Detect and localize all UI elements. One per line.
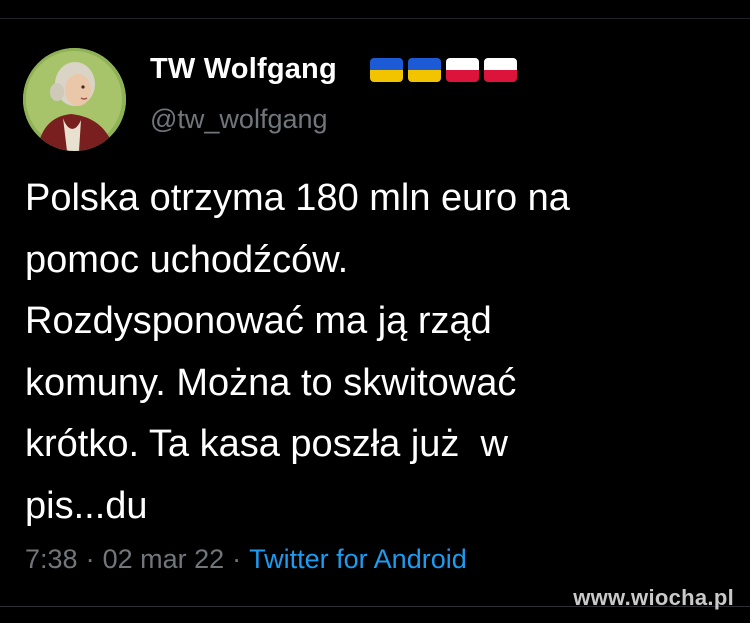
tweet-date[interactable]: 02 mar 22	[103, 544, 225, 574]
meta-separator: ·	[85, 544, 95, 574]
tweet-text: Polska otrzyma 180 mln euro na pomoc uch…	[25, 168, 735, 537]
avatar[interactable]	[23, 48, 126, 151]
poland-flag-icon	[446, 58, 479, 82]
tweet-meta: 7:38 · 02 mar 22 · Twitter for Android	[25, 544, 467, 575]
ukraine-flag-icon	[370, 58, 403, 82]
ukraine-flag-icon	[408, 58, 441, 82]
tweet-source-link[interactable]: Twitter for Android	[249, 544, 467, 574]
tweet-text-line: Rozdysponować ma ją rząd	[25, 300, 492, 342]
author-handle[interactable]: @tw_wolfgang	[150, 104, 328, 135]
tweet-text-line: komuny. Można to skwitować	[25, 361, 517, 404]
author-display-name[interactable]: TW Wolfgang	[150, 53, 337, 86]
watermark: www.wiocha.pl	[573, 585, 734, 610]
tweet-text-line: Polska otrzyma 180 mln euro na	[25, 177, 570, 219]
tweet-text-line: krótko. Ta kasa poszła już w	[25, 423, 508, 465]
flag-emojis	[370, 58, 517, 82]
meta-separator: ·	[232, 544, 242, 574]
tweet-text-line: pomoc uchodźców.	[25, 238, 349, 281]
mozart-portrait-avatar	[23, 48, 126, 151]
tweet-text-line: pis...du	[25, 484, 148, 527]
poland-flag-icon	[484, 58, 517, 82]
tweet-time[interactable]: 7:38	[25, 544, 78, 574]
top-divider	[0, 18, 750, 19]
